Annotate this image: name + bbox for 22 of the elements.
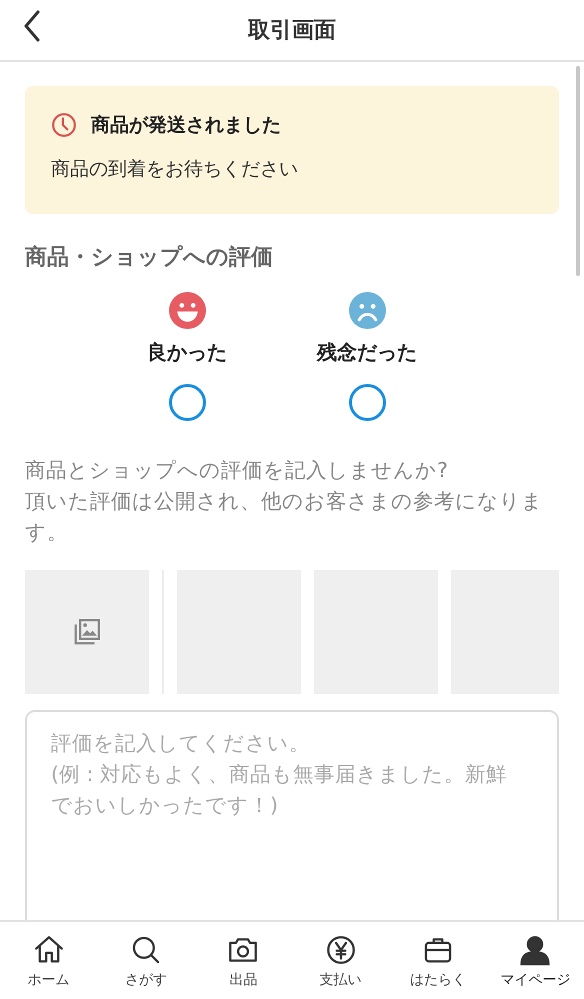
- review-field[interactable]: 評価を記入してください。 (例 : 対応もよく、商品も無事届きました。新鮮でおいしかったです！): [25, 710, 559, 920]
- nav-tab[interactable]: はたらく: [392, 932, 483, 988]
- back-chevron-icon: [23, 10, 41, 42]
- radio-button[interactable]: [348, 384, 386, 421]
- nav-tab[interactable]: ホーム: [4, 932, 94, 988]
- nav-tab[interactable]: マイページ: [490, 932, 580, 988]
- rating-label: 残念だった: [317, 339, 417, 366]
- notice-title: 商品が発送されました: [91, 113, 281, 138]
- rating-label: 良かった: [147, 339, 227, 366]
- gallery-icon: [72, 617, 102, 647]
- radio-button[interactable]: [168, 384, 206, 421]
- section-title: 商品・ショップへの評価: [25, 244, 274, 272]
- nav-tab[interactable]: さがす: [100, 932, 191, 988]
- nav-tab[interactable]: 支払い: [296, 932, 386, 988]
- notice-message: 商品の到着をお待ちください: [51, 157, 299, 182]
- nav-tab[interactable]: 出品: [198, 932, 288, 988]
- review-prompt: 商品とショップへの評価を記入しませんか? 頂いた評価は公開され、他のお客さまの参考になります。: [25, 457, 544, 546]
- add-photo-slot[interactable]: [25, 570, 149, 694]
- smiling-face-icon: [168, 292, 206, 329]
- sad-face-icon: [348, 292, 386, 329]
- clock-icon: [51, 112, 77, 138]
- page-title: 取引画面: [248, 17, 336, 45]
